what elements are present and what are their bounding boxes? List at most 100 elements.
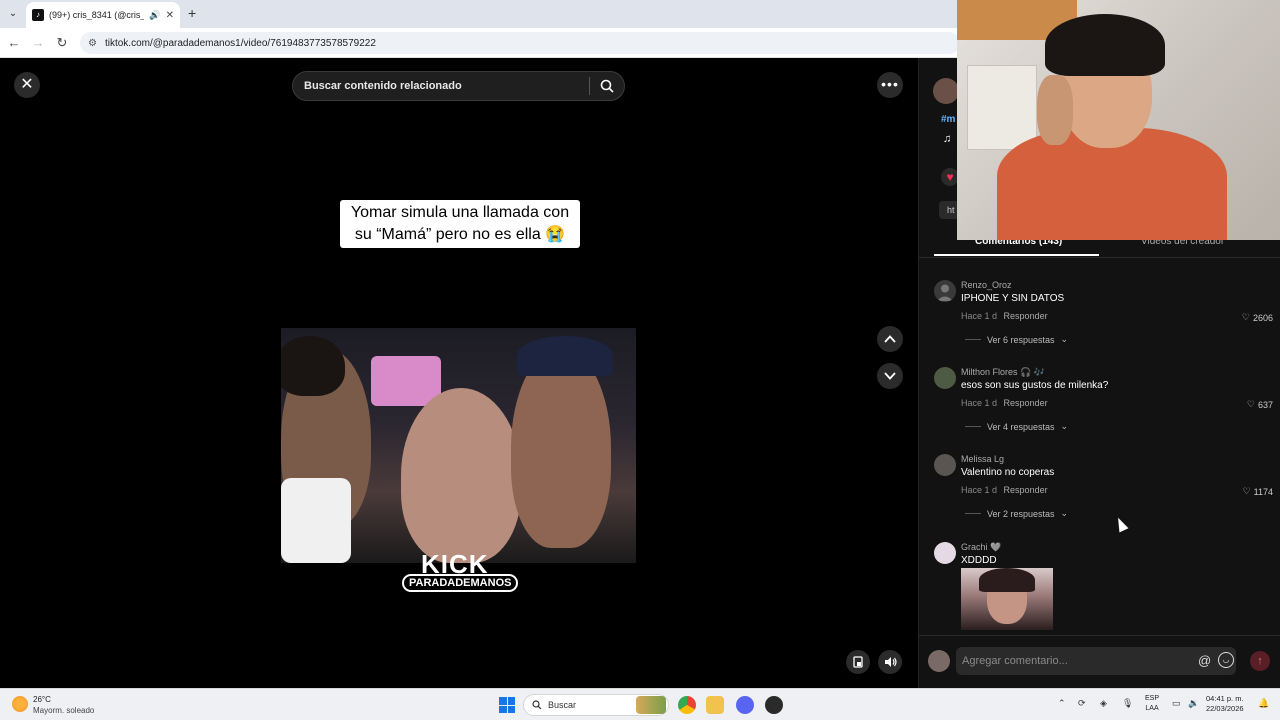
video-frame bbox=[281, 328, 636, 563]
reload-button[interactable]: ↻ bbox=[54, 35, 70, 51]
user-avatar-default-icon[interactable] bbox=[934, 280, 956, 302]
like-count: 637 bbox=[1257, 399, 1273, 410]
volume-tray-icon[interactable]: 🔉 bbox=[1188, 698, 1199, 709]
comment-text: XDDDD bbox=[961, 555, 997, 566]
tiktok-favicon-icon: ♪ bbox=[32, 9, 44, 21]
person-center bbox=[401, 388, 521, 563]
previous-video-button[interactable] bbox=[877, 326, 903, 352]
tab-search-icon[interactable]: ⌄ bbox=[6, 7, 20, 21]
send-arrow-icon[interactable]: ↑ bbox=[1250, 651, 1270, 671]
language-indicator[interactable]: ESP LAA bbox=[1145, 694, 1159, 714]
discord-icon[interactable] bbox=[736, 696, 754, 714]
browser-tab[interactable]: ♪ (99+) cris_8341 (@cris_8341 🔊 ✕ bbox=[26, 2, 180, 28]
notification-icon[interactable]: 🔔 bbox=[1258, 698, 1269, 709]
person-left-hair bbox=[281, 336, 345, 396]
weather-temperature[interactable]: 26°C bbox=[33, 695, 51, 704]
reply-button[interactable]: Responder bbox=[1004, 398, 1048, 408]
speaker-icon[interactable]: 🔊 bbox=[149, 10, 160, 21]
chevron-down-icon: ⌄ bbox=[1060, 334, 1069, 344]
comment-meta: Hace 1 d Responder bbox=[961, 485, 1048, 495]
view-replies-button[interactable]: Ver 4 respuestas ⌄ bbox=[965, 421, 1068, 432]
comment-item: Grachi 🩶 XDDDD bbox=[919, 542, 1280, 635]
like-count: 2606 bbox=[1252, 312, 1273, 323]
webcam-person-hand bbox=[1037, 75, 1073, 145]
view-replies-label: Ver 2 respuestas bbox=[987, 508, 1055, 519]
comment-text: Valentino no coperas bbox=[961, 467, 1055, 478]
hashtag-link[interactable]: #m bbox=[941, 114, 955, 125]
file-explorer-icon[interactable] bbox=[706, 696, 724, 714]
comment-username[interactable]: Grachi 🩶 bbox=[961, 542, 1001, 553]
comment-meta: Hace 1 d Responder bbox=[961, 311, 1048, 321]
search-highlight-icon[interactable] bbox=[636, 696, 666, 714]
vpn-icon[interactable]: ◈ bbox=[1100, 698, 1107, 709]
comment-username[interactable]: Milthon Flores 🎧 🎶 bbox=[961, 367, 1045, 378]
more-options-button[interactable]: ••• bbox=[877, 72, 903, 98]
language-code: ESP bbox=[1145, 695, 1160, 702]
floating-player-button[interactable] bbox=[846, 650, 870, 674]
system-clock[interactable]: 04:41 p. m. 22/03/2026 bbox=[1206, 694, 1244, 714]
next-video-button[interactable] bbox=[877, 363, 903, 389]
weather-sun-icon[interactable] bbox=[12, 696, 28, 712]
video-player[interactable]: Yomar simula una llamada con su “Mamá” p… bbox=[281, 108, 636, 688]
user-avatar[interactable] bbox=[934, 454, 956, 476]
comment-item: Milthon Flores 🎧 🎶 esos son sus gustos d… bbox=[919, 367, 1280, 447]
tab-title: (99+) cris_8341 (@cris_8341 bbox=[49, 10, 144, 20]
user-avatar[interactable] bbox=[934, 367, 956, 389]
sync-icon[interactable]: ⟳ bbox=[1078, 698, 1086, 709]
webcam-overlay bbox=[957, 0, 1280, 240]
comment-like-button[interactable]: ♡ 2606 bbox=[1242, 312, 1273, 323]
reply-button[interactable]: Responder bbox=[1004, 311, 1048, 321]
comment-like-button[interactable]: ♡ 1174 bbox=[1243, 486, 1273, 497]
app-icon[interactable] bbox=[765, 696, 783, 714]
replies-line bbox=[965, 513, 981, 514]
close-video-button[interactable]: ✕ bbox=[14, 72, 40, 98]
view-replies-label: Ver 4 respuestas bbox=[987, 421, 1055, 432]
url-text: tiktok.com/@paradademanos1/video/7619483… bbox=[104, 37, 376, 49]
windows-start-icon[interactable] bbox=[499, 697, 515, 713]
reply-button[interactable]: Responder bbox=[1004, 485, 1048, 495]
view-replies-button[interactable]: Ver 2 respuestas ⌄ bbox=[965, 508, 1068, 519]
comment-time: Hace 1 d bbox=[961, 311, 998, 321]
emoji-icon[interactable]: ◡ bbox=[1218, 652, 1234, 668]
site-info-icon[interactable]: ⚙ bbox=[88, 38, 97, 49]
search-icon bbox=[532, 700, 542, 710]
close-tab-icon[interactable]: ✕ bbox=[166, 10, 174, 21]
address-bar[interactable]: ⚙ tiktok.com/@paradademanos1/video/76194… bbox=[80, 32, 960, 54]
forward-button[interactable]: → bbox=[30, 35, 46, 51]
music-note-icon[interactable]: ♫ bbox=[943, 133, 951, 145]
active-tab-indicator bbox=[934, 254, 1099, 256]
chevron-up-icon[interactable]: ⌃ bbox=[1058, 698, 1066, 709]
like-count: 1174 bbox=[1253, 486, 1273, 497]
mention-button[interactable]: @ bbox=[1198, 653, 1211, 668]
replies-line bbox=[965, 339, 981, 340]
comment-composer: @ ◡ ↑ bbox=[919, 635, 1280, 688]
video-caption: Yomar simula una llamada con su “Mamá” p… bbox=[340, 200, 580, 248]
my-avatar bbox=[928, 650, 950, 672]
volume-icon[interactable] bbox=[878, 650, 902, 674]
weather-description[interactable]: Mayorm. soleado bbox=[33, 706, 94, 715]
heart-outline-icon: ♡ bbox=[1241, 312, 1250, 322]
user-avatar[interactable] bbox=[934, 542, 956, 564]
clock-time: 04:41 p. m. bbox=[1206, 694, 1244, 703]
network-icon[interactable]: ▭ bbox=[1172, 698, 1181, 709]
new-tab-button[interactable]: + bbox=[188, 5, 202, 21]
white-shirt bbox=[281, 478, 351, 563]
back-button[interactable]: ← bbox=[6, 35, 22, 51]
comment-image[interactable] bbox=[961, 568, 1053, 630]
chevron-down-icon: ⌄ bbox=[1060, 508, 1069, 518]
comment-username[interactable]: Melissa Lg bbox=[961, 454, 1004, 464]
kick-handle-watermark: PARADADEMANOS bbox=[402, 574, 519, 592]
chrome-icon[interactable] bbox=[678, 696, 696, 714]
creator-avatar[interactable] bbox=[933, 78, 959, 104]
comment-input[interactable] bbox=[956, 647, 1236, 675]
related-search-box[interactable] bbox=[292, 71, 625, 101]
comment-username[interactable]: Renzo_Oroz bbox=[961, 280, 1012, 290]
comment-meta: Hace 1 d Responder bbox=[961, 398, 1048, 408]
view-replies-button[interactable]: Ver 6 respuestas ⌄ bbox=[965, 334, 1068, 345]
related-search-input[interactable] bbox=[293, 80, 589, 92]
comment-like-button[interactable]: ♡ 637 bbox=[1247, 399, 1273, 410]
comment-text: IPHONE Y SIN DATOS bbox=[961, 293, 1065, 304]
search-icon[interactable] bbox=[590, 71, 624, 101]
microphone-icon[interactable]: 🎙 bbox=[1122, 698, 1133, 709]
comment-image-hair bbox=[979, 568, 1035, 592]
